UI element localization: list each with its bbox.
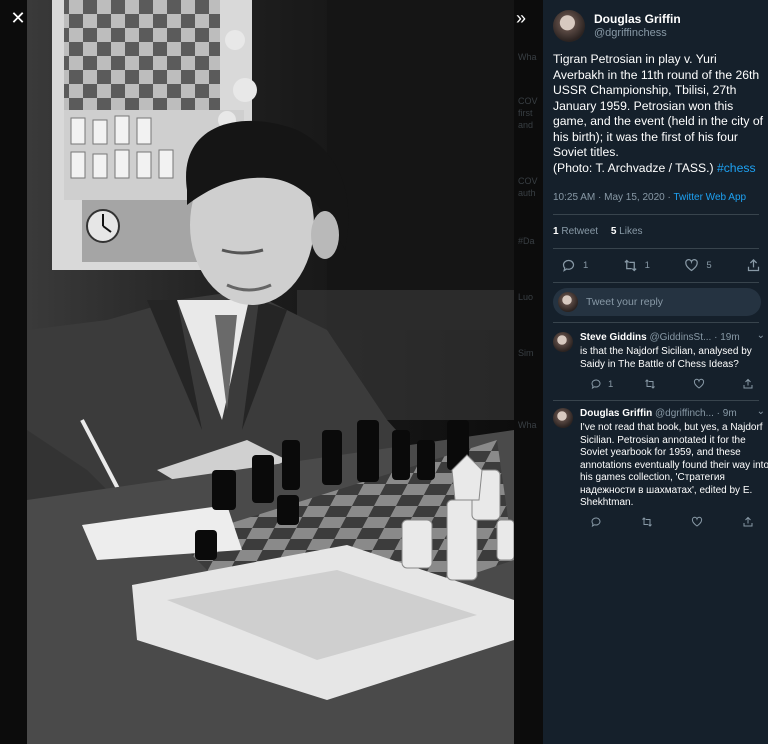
reply-actions: 1 [590,378,760,390]
close-icon: ✕ [10,8,26,28]
share-button[interactable] [742,516,760,528]
tweet-photo[interactable] [27,0,514,744]
reply-item[interactable]: Douglas Griffin @dgriffinch... · 9m ⌄ I'… [553,406,768,534]
reply-button[interactable]: 1 [561,258,588,273]
feed-fragment: #Da [518,236,535,246]
chevron-down-icon[interactable]: ⌄ [757,330,765,341]
avatar[interactable] [553,408,573,428]
tweet-body: Tigran Petrosian in play v. Yuri Averbak… [553,52,764,175]
reply-time[interactable]: · 19m [711,332,740,343]
retweet-button[interactable] [641,516,659,528]
feed-fragment: COV [518,176,538,186]
author-display-name[interactable]: Douglas Griffin [594,12,681,26]
reply-icon [591,517,601,528]
reply-icon [562,259,575,272]
chevron-down-icon[interactable]: ⌄ [757,406,765,417]
reply-text: is that the Najdorf Sicilian, analysed b… [580,346,752,370]
reply-display-name[interactable]: Steve Giddins [580,332,647,343]
share-icon [743,516,753,527]
tweet-actions: 1 1 5 [561,258,761,273]
media-viewer: Wha COV first and COV auth #Da Luo Sim W… [0,0,543,744]
feed-fragment: Sim [518,348,534,358]
divider [553,282,759,283]
heart-icon [685,259,699,272]
divider [553,214,759,215]
like-button[interactable] [691,516,709,528]
timestamp[interactable]: 10:25 AM · May 15, 2020 · [553,192,673,203]
divider [553,248,759,249]
avatar[interactable] [553,10,585,42]
heart-icon [692,516,703,527]
close-button[interactable]: ✕ [4,4,32,32]
hashtag-link[interactable]: #chess [717,161,756,175]
double-chevron-right-icon: » [515,8,526,28]
divider [553,400,759,401]
reply-item[interactable]: Steve Giddins @GiddinsSt... · 19m ⌄ is t… [553,330,765,398]
background-feed: Wha COV first and COV auth #Da Luo Sim W… [514,0,543,744]
retweet-icon [645,379,656,389]
reply-composer[interactable] [553,288,761,316]
share-button[interactable] [746,258,761,273]
tweet-timestamp: 10:25 AM · May 15, 2020 · Twitter Web Ap… [553,192,746,203]
feed-fragment: Wha [518,420,537,430]
author-handle[interactable]: @dgriffinchess [594,26,681,40]
source-link[interactable]: Twitter Web App [673,192,746,203]
reply-button[interactable] [590,516,608,528]
tweet-text: Tigran Petrosian in play v. Yuri Averbak… [553,52,765,176]
retweet-icon [641,517,652,527]
retweet-button[interactable] [644,378,662,390]
share-button[interactable] [742,378,760,390]
reply-header: Douglas Griffin @dgriffinch... · 9m ⌄ [580,406,765,419]
like-stat[interactable]: 5 Likes [611,226,643,237]
retweet-stat[interactable]: 1 Retweet [553,226,598,237]
reply-button[interactable]: 1 [590,378,613,390]
reply-input[interactable] [586,296,746,308]
reply-handle[interactable]: @GiddinsSt... [649,332,711,343]
collapse-sidebar-button[interactable]: » [507,4,535,32]
reply-time[interactable]: · 9m [714,408,737,419]
reply-actions [590,516,760,528]
like-button[interactable] [693,378,711,390]
like-button[interactable]: 5 [684,258,712,273]
heart-icon [694,378,705,389]
feed-fragment: first [518,108,533,118]
reply-text: I've not read that book, but yes, a Najd… [580,422,768,508]
avatar [558,292,578,312]
divider [553,322,759,323]
photo-chess-player [27,0,514,744]
tweet-sidebar: Douglas Griffin @dgriffinchess Tigran Pe… [543,0,768,744]
retweet-button[interactable]: 1 [623,258,650,273]
avatar[interactable] [553,332,573,352]
tweet-stats: 1 Retweet 5 Likes [553,226,643,237]
feed-fragment: and [518,120,534,130]
tweet-author[interactable]: Douglas Griffin @dgriffinchess [553,10,681,42]
feed-fragment: Luo [518,292,534,302]
share-icon [743,378,753,389]
feed-fragment: Wha [518,52,537,62]
feed-fragment: auth [518,188,536,198]
reply-icon [591,379,601,390]
reply-handle[interactable]: @dgriffinch... [655,408,714,419]
reply-display-name[interactable]: Douglas Griffin [580,408,652,419]
share-icon [747,258,760,272]
retweet-icon [624,259,637,272]
feed-fragment: COV [518,96,538,106]
reply-header: Steve Giddins @GiddinsSt... · 19m ⌄ [580,330,765,343]
